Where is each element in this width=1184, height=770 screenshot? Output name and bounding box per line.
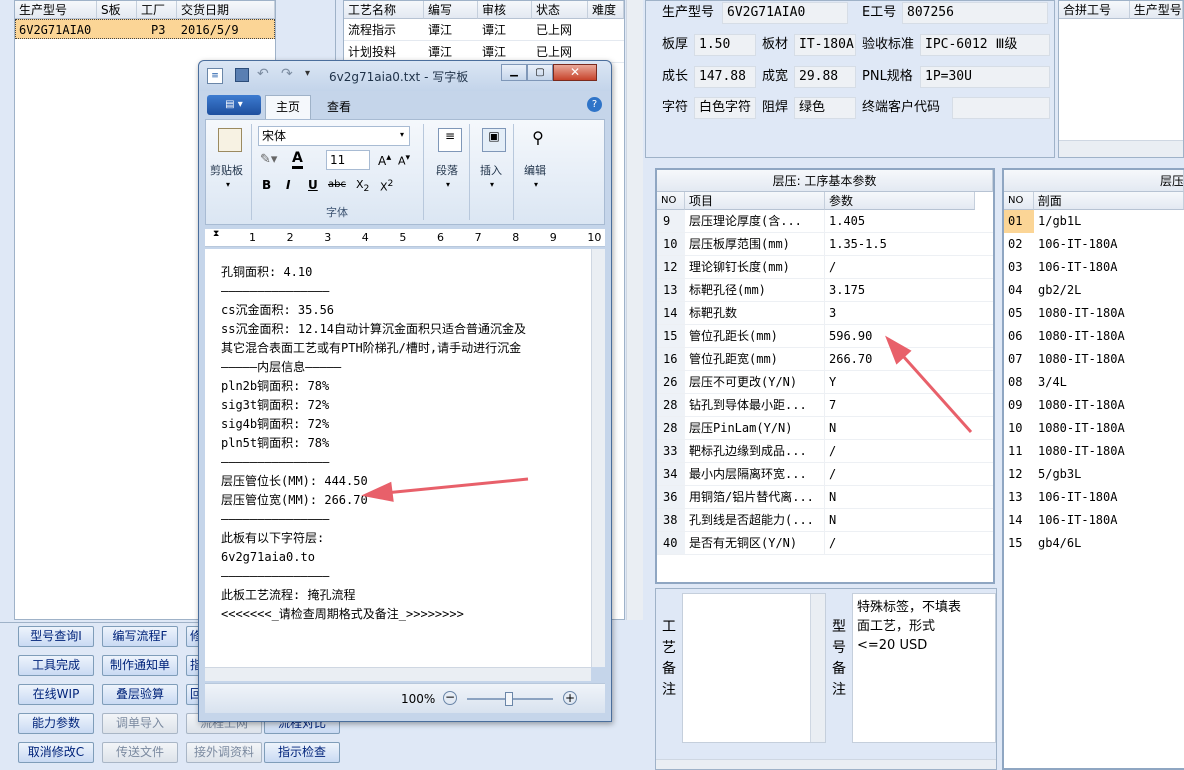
arrow-lam-params xyxy=(885,335,973,434)
arrow-wordpad xyxy=(361,477,529,502)
annotation-arrows xyxy=(361,335,973,502)
